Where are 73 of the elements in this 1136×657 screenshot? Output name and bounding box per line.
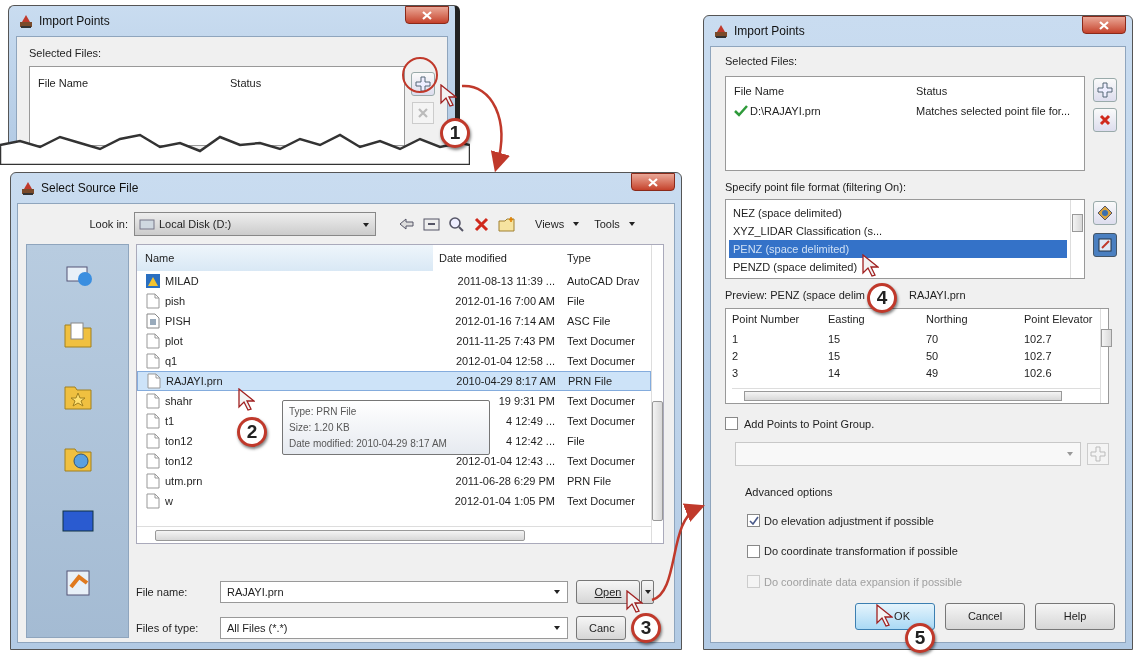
preview-file-name: RAJAYI.prn xyxy=(909,288,966,303)
date-cell-text: 2012-01-04 12:43 ... xyxy=(455,453,555,469)
type-cell-text: Text Documer xyxy=(566,333,636,349)
table-cell-text: 3 xyxy=(732,365,740,381)
file-name: plot xyxy=(165,333,183,349)
table-cell-text: 14 xyxy=(828,365,842,381)
type-cell-text: AutoCAD Drav xyxy=(566,273,641,289)
file-name: PISH xyxy=(165,313,191,329)
type-cell-text: Text Documer xyxy=(566,353,636,369)
window-title: Import Points xyxy=(39,13,110,30)
date-cell-text: 4 12:42 ... xyxy=(506,433,555,449)
date-cell-text: 2011-06-28 6:29 PM xyxy=(455,473,555,489)
section-label: Advanced options xyxy=(745,485,834,500)
file-name: shahr xyxy=(165,393,193,409)
preview-label: Preview: PENZ (space delim xyxy=(725,288,865,303)
date-cell-text: 2011-11-25 7:43 PM xyxy=(456,333,555,349)
column-header: Status xyxy=(916,83,948,99)
date-cell-text: 2012-01-16 7:14 AM xyxy=(455,313,555,329)
type-cell-text: PRN File xyxy=(566,473,612,489)
file-name: MILAD xyxy=(165,273,199,289)
type-cell-text: Text Documer xyxy=(566,493,636,509)
table-cell-text: 2 xyxy=(732,348,740,364)
type-cell-text: PRN File xyxy=(567,373,613,389)
type-cell-text: File xyxy=(566,293,586,309)
column-header: Status xyxy=(230,75,262,91)
date-cell-text: 2012-01-16 7:00 AM xyxy=(455,293,555,309)
checkbox-label: Do coordinate data expansion if possible xyxy=(764,574,963,590)
checkbox-label: Do elevation adjustment if possible xyxy=(764,513,934,529)
date-cell-text: 19 9:31 PM xyxy=(498,393,555,409)
file-name: q1 xyxy=(165,353,178,369)
tooltip-line: Type: PRN File xyxy=(289,405,358,419)
tooltip-line: Size: 1.20 KB xyxy=(289,421,351,435)
table-cell-text: 70 xyxy=(926,331,940,347)
column-header: File Name xyxy=(38,75,90,91)
file-name: RAJAYI.prn xyxy=(166,373,223,389)
checkbox-label: Add Points to Point Group. xyxy=(744,416,875,432)
section-label: Selected Files: xyxy=(725,54,799,69)
type-cell-text: File xyxy=(566,433,586,449)
file-name: w xyxy=(165,493,173,509)
file-name: t1 xyxy=(165,413,175,429)
table-cell-text: 102.7 xyxy=(1024,348,1053,364)
window-title: Import Points xyxy=(734,23,805,40)
column-header: File Name xyxy=(734,83,786,99)
date-cell-text: 2012-01-04 1:05 PM xyxy=(454,493,555,509)
file-name: D:\RAJAYI.prn xyxy=(750,104,821,119)
date-cell-text: 2011-08-13 11:39 ... xyxy=(457,273,555,289)
tooltip-line: Date modified: 2010-04-29 8:17 AM xyxy=(289,437,448,451)
date-cell-text: 2010-04-29 8:17 AM xyxy=(456,373,556,389)
date-cell-text: 4 12:49 ... xyxy=(506,413,555,429)
table-cell-text: 15 xyxy=(828,348,842,364)
checkbox-label: Do coordinate transformation if possible xyxy=(764,544,958,559)
table-cell-text: 50 xyxy=(926,348,940,364)
date-cell-text: 2012-01-04 12:58 ... xyxy=(455,353,555,369)
type-cell-text: Text Documer xyxy=(566,453,636,469)
type-cell-text: ASC File xyxy=(566,313,612,329)
file-name: pish xyxy=(165,293,186,309)
status-text: Matches selected point file for... xyxy=(916,104,1071,119)
field-label: Files of type: xyxy=(136,620,200,636)
type-cell-text: Text Documer xyxy=(566,393,636,409)
table-cell-text: 102.6 xyxy=(1024,365,1053,381)
type-cell-text: Text Documer xyxy=(566,413,636,429)
section-label: Selected Files: xyxy=(29,46,103,61)
table-cell-text: 15 xyxy=(828,331,842,347)
file-name: ton12 xyxy=(165,433,193,449)
table-cell-text: 1 xyxy=(732,331,740,347)
field-label: Look in: xyxy=(88,216,129,232)
table-cell-text: 49 xyxy=(926,365,940,381)
table-cell-text: 102.7 xyxy=(1024,331,1053,347)
field-label: File name: xyxy=(136,584,189,600)
file-name: utm.prn xyxy=(165,473,203,489)
file-name: ton12 xyxy=(165,453,193,469)
section-label: Specify point file format (filtering On): xyxy=(725,179,907,195)
window-title: Select Source File xyxy=(41,180,139,197)
